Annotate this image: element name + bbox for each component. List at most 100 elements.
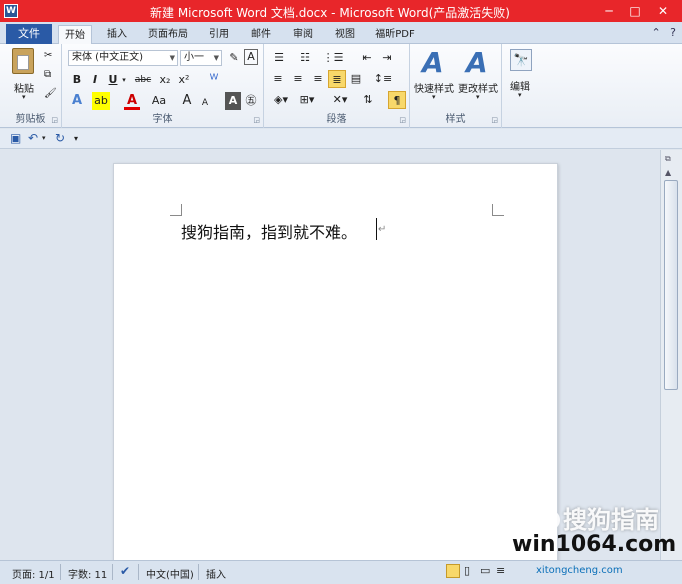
paragraph-launcher-icon[interactable]: ◲ [399,116,406,124]
minimize-button[interactable]: ─ [600,3,618,19]
font-color-button[interactable]: A [124,92,140,110]
tab-review[interactable]: 审阅 [286,25,320,44]
vertical-scrollbar[interactable]: ⧉ ▲ [660,150,682,560]
chinese-layout-icon[interactable]: ✕▾ [328,91,352,109]
numbering-icon[interactable]: ☷ [296,49,314,67]
font-size-select[interactable]: 小一 ▼ [180,50,222,66]
text-cursor [376,218,377,240]
undo-dropdown-icon[interactable]: ▾ [42,134,46,142]
save-icon[interactable]: ▣ [10,131,21,145]
crop-mark-top-left [170,204,182,216]
quick-styles-icon[interactable]: A [422,46,444,79]
tab-insert[interactable]: 插入 [100,25,134,44]
collapse-ribbon-icon[interactable]: ⌃ [651,26,660,39]
cut-icon[interactable]: ✂ [44,50,52,61]
multilevel-list-icon[interactable]: ⋮☰ [322,49,344,67]
quick-styles-dropdown-icon[interactable]: ▾ [432,93,436,101]
clear-formatting-icon[interactable]: ✎ [226,49,242,67]
italic-button[interactable]: I [88,71,102,89]
superscript-button[interactable]: x² [175,71,193,89]
copy-icon[interactable]: ⧉ [44,69,51,80]
watermark-line3: xitongcheng.com [536,565,623,576]
document-page[interactable]: 搜狗指南，指到就不难。 ↵ [113,163,558,563]
tab-mailings[interactable]: 邮件 [244,25,278,44]
change-styles-icon[interactable]: A [466,46,488,79]
print-layout-view-icon[interactable] [446,564,460,578]
tab-home[interactable]: 开始 [58,25,92,44]
language-indicator[interactable]: 中文(中国) [146,566,194,581]
outline-view-icon[interactable]: ≡ [496,564,505,577]
divider [138,564,139,580]
find-icon[interactable]: 🔭 [510,49,532,71]
customize-qat-icon[interactable]: ▾ [74,134,78,143]
change-styles-dropdown-icon[interactable]: ▾ [476,93,480,101]
tab-file[interactable]: 文件 [6,24,52,44]
reading-view-icon[interactable]: ▯ [464,564,470,577]
font-launcher-icon[interactable]: ◲ [253,116,260,124]
subscript-button[interactable]: x₂ [156,71,174,89]
highlight-color-icon[interactable]: ab [92,92,110,110]
format-painter-icon[interactable]: 🖌 [44,88,57,99]
change-case-button[interactable]: Aa [148,92,170,110]
distributed-icon[interactable]: ▤ [348,70,364,88]
document-area: 搜狗指南，指到就不难。 ↵ [0,150,660,563]
tab-view[interactable]: 视图 [328,25,362,44]
undo-icon[interactable]: ↶ [28,131,38,145]
word-app-icon[interactable]: W [4,4,18,18]
proofing-icon[interactable]: ✔ [120,564,130,578]
ruler-toggle-icon[interactable]: ⧉ [665,154,671,164]
scroll-up-icon[interactable]: ▲ [665,168,671,177]
clipboard-launcher-icon[interactable]: ◲ [51,116,58,124]
paste-icon[interactable] [12,48,34,74]
word-count[interactable]: 字数: 11 [68,566,107,581]
chevron-down-icon: ▼ [169,54,175,62]
shading-icon[interactable]: ◈▾ [270,91,292,109]
watermark-line2: win1064.com [512,532,677,557]
font-name-select[interactable]: 宋体 (中文正文) ▼ [68,50,178,66]
insert-mode[interactable]: 插入 [206,566,226,581]
tab-references[interactable]: 引用 [202,25,236,44]
align-center-icon[interactable]: ≡ [290,70,306,88]
web-layout-view-icon[interactable]: ▭ [480,564,490,577]
decrease-indent-icon[interactable]: ⇤ [358,49,376,67]
line-spacing-icon[interactable]: ↕≡ [372,70,394,88]
paste-dropdown-icon[interactable]: ▾ [22,93,26,101]
sort-icon[interactable]: ⇅ [360,91,376,109]
text-effects-icon[interactable]: A [68,92,86,110]
redo-icon[interactable]: ↻ [55,131,65,145]
justify-icon[interactable]: ≣ [328,70,346,88]
close-button[interactable]: ✕ [654,3,672,19]
document-text[interactable]: 搜狗指南，指到就不难。 [181,219,357,243]
underline-button[interactable]: U [106,71,120,89]
tab-page-layout[interactable]: 页面布局 [142,25,194,44]
phonetic-guide-icon[interactable]: ᵂ [205,71,223,89]
title-bar: W 新建 Microsoft Word 文档.docx - Microsoft … [0,0,682,22]
grow-font-button[interactable]: A [180,92,194,110]
char-border-box-icon[interactable]: A [244,49,258,65]
chevron-down-icon: ▼ [213,54,219,62]
align-right-icon[interactable]: ≡ [310,70,326,88]
bullets-icon[interactable]: ☰ [270,49,288,67]
bold-button[interactable]: B [70,71,84,89]
paragraph-mark-icon: ↵ [378,224,387,235]
group-clipboard: 粘贴 ▾ ✂ ⧉ 🖌 剪贴板 ◲ [0,44,62,128]
help-icon[interactable]: ? [670,26,676,39]
divider [112,564,113,580]
char-shading-button[interactable]: A [225,92,241,110]
enclose-characters-icon[interactable]: ㊄ [243,92,259,110]
underline-dropdown-icon[interactable]: ▾ [120,71,128,89]
strikethrough-button[interactable]: abc [132,71,154,89]
tab-foxit-pdf[interactable]: 福昕PDF [370,25,420,44]
show-formatting-marks-button[interactable]: ¶ [388,91,406,109]
styles-launcher-icon[interactable]: ◲ [491,116,498,124]
font-group-label: 字体 [152,114,173,125]
scroll-thumb[interactable] [664,180,678,390]
increase-indent-icon[interactable]: ⇥ [378,49,396,67]
maximize-button[interactable]: □ [626,3,644,19]
group-editing: 🔭 编辑 ▾ [502,44,542,128]
borders-icon[interactable]: ⊞▾ [296,91,318,109]
crop-mark-top-right [492,204,504,216]
page-count[interactable]: 页面: 1/1 [12,566,55,581]
editing-dropdown-icon[interactable]: ▾ [518,91,522,99]
align-left-icon[interactable]: ≡ [270,70,286,88]
